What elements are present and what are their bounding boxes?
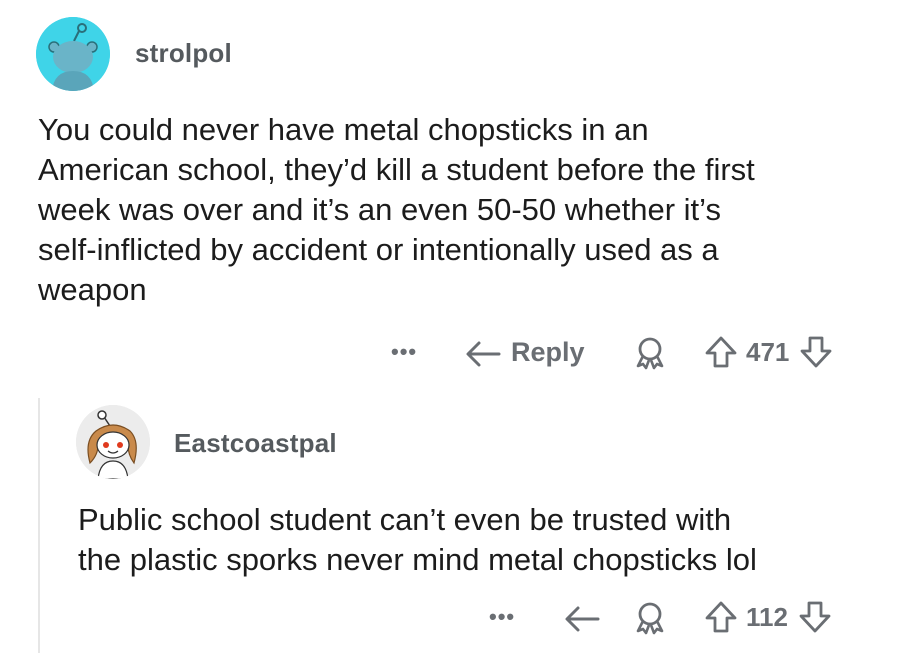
- snoo-avatar-icon: [36, 17, 110, 91]
- reply-button[interactable]: Reply: [463, 336, 585, 368]
- downvote-arrow-icon[interactable]: [799, 334, 833, 370]
- upvote-arrow-icon[interactable]: [704, 599, 738, 635]
- more-options-button[interactable]: •••: [391, 339, 417, 365]
- more-options-button[interactable]: •••: [489, 604, 515, 630]
- vote-controls: 471: [704, 334, 833, 370]
- reply-button[interactable]: [562, 601, 602, 633]
- award-button[interactable]: [632, 336, 668, 370]
- upvote-arrow-icon[interactable]: [704, 334, 738, 370]
- avatar[interactable]: [36, 17, 110, 91]
- comment-body-line: weapon: [38, 272, 147, 307]
- comment-body-line: the plastic sporks never mind metal chop…: [78, 542, 757, 577]
- username[interactable]: Eastcoastpal: [174, 428, 337, 459]
- comment-body-line: week was over and it’s an even 50-50 whe…: [38, 192, 721, 227]
- comment-body-line: self-inflicted by accident or intentiona…: [38, 232, 719, 267]
- reply-arrow-icon: [466, 341, 501, 367]
- reply-arrow-icon: [565, 606, 600, 632]
- vote-score: 471: [746, 336, 790, 367]
- comment-body-line: Public school student can’t even be trus…: [78, 502, 732, 537]
- award-button[interactable]: [632, 601, 668, 635]
- snoo-girl-avatar-icon: [76, 405, 150, 479]
- downvote-arrow-icon[interactable]: [798, 599, 832, 635]
- thread-line[interactable]: [38, 398, 40, 653]
- comment-body: You could never have metal chopsticks in…: [38, 110, 755, 310]
- award-icon: [636, 337, 664, 370]
- username[interactable]: strolpol: [135, 38, 232, 69]
- award-icon: [636, 602, 664, 635]
- reply-label: Reply: [511, 336, 585, 367]
- vote-controls: 112: [704, 599, 832, 635]
- comment-body-line: American school, they’d kill a student b…: [38, 152, 755, 187]
- comment-body-line: You could never have metal chopsticks in…: [38, 112, 649, 147]
- vote-score: 112: [746, 601, 788, 632]
- avatar[interactable]: [76, 405, 150, 479]
- comment-body: Public school student can’t even be trus…: [78, 500, 757, 580]
